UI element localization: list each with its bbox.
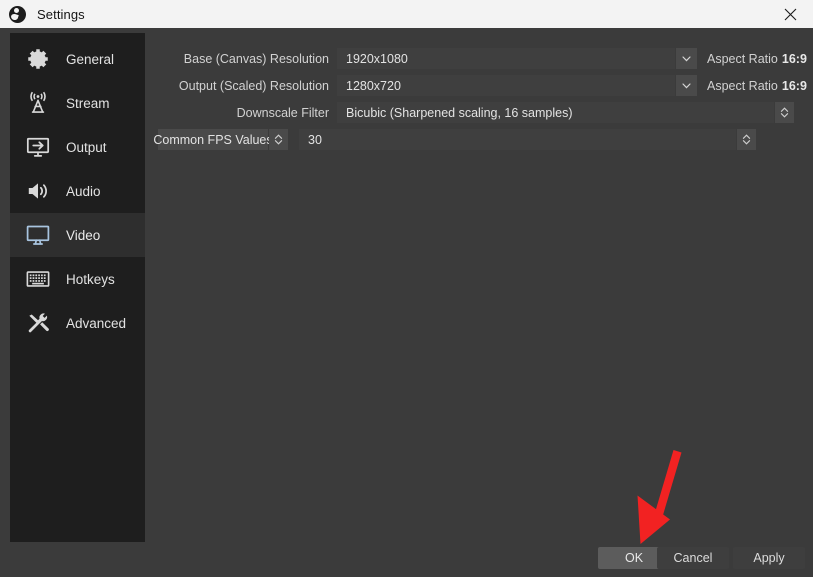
spinner-updown-icon[interactable] — [269, 129, 288, 150]
base-aspect-ratio: Aspect Ratio16:9 — [697, 48, 807, 69]
sidebar-item-video[interactable]: Video — [10, 213, 145, 257]
output-resolution-label: Output (Scaled) Resolution — [150, 75, 337, 96]
output-aspect-ratio: Aspect Ratio16:9 — [697, 75, 807, 96]
sidebar-item-label: General — [66, 52, 114, 67]
base-resolution-label: Base (Canvas) Resolution — [150, 48, 337, 69]
close-icon[interactable] — [767, 0, 813, 28]
settings-sidebar: General Stream Output — [10, 33, 145, 542]
chevron-down-icon[interactable] — [676, 48, 697, 69]
sidebar-item-output[interactable]: Output — [10, 125, 145, 169]
base-aspect-ratio-value: 16:9 — [778, 52, 807, 66]
window-title: Settings — [37, 7, 85, 22]
broadcast-icon — [21, 86, 55, 120]
display-icon — [21, 218, 55, 252]
downscale-filter-input[interactable]: Bicubic (Sharpened scaling, 16 samples) — [337, 102, 774, 123]
output-aspect-ratio-label: Aspect Ratio — [707, 79, 778, 93]
fps-mode-select[interactable]: Common FPS Values — [158, 129, 268, 150]
sidebar-item-advanced[interactable]: Advanced — [10, 301, 145, 345]
spinner-updown-icon[interactable] — [737, 129, 756, 150]
sidebar-item-label: Hotkeys — [66, 272, 115, 287]
downscale-filter-label: Downscale Filter — [150, 102, 337, 123]
base-aspect-ratio-label: Aspect Ratio — [707, 52, 778, 66]
base-resolution-row: Base (Canvas) Resolution 1920x1080 Aspec… — [150, 48, 808, 69]
sidebar-item-stream[interactable]: Stream — [10, 81, 145, 125]
sidebar-item-label: Video — [66, 228, 100, 243]
sidebar-item-label: Stream — [66, 96, 110, 111]
settings-window: Settings General — [0, 0, 813, 577]
cancel-button[interactable]: Cancel — [657, 547, 729, 569]
sidebar-item-general[interactable]: General — [10, 37, 145, 81]
sidebar-item-label: Audio — [66, 184, 101, 199]
sidebar-item-audio[interactable]: Audio — [10, 169, 145, 213]
tools-icon — [21, 306, 55, 340]
monitor-arrow-icon — [21, 130, 55, 164]
sidebar-item-label: Advanced — [66, 316, 126, 331]
sidebar-item-hotkeys[interactable]: Hotkeys — [10, 257, 145, 301]
output-resolution-input[interactable]: 1280x720 — [337, 75, 675, 96]
chevron-down-icon[interactable] — [676, 75, 697, 96]
video-settings-panel: Base (Canvas) Resolution 1920x1080 Aspec… — [150, 33, 808, 533]
downscale-filter-row: Downscale Filter Bicubic (Sharpened scal… — [150, 102, 795, 123]
spinner-updown-icon[interactable] — [775, 102, 794, 123]
output-resolution-row: Output (Scaled) Resolution 1280x720 Aspe… — [150, 75, 808, 96]
apply-button[interactable]: Apply — [733, 547, 805, 569]
base-resolution-input[interactable]: 1920x1080 — [337, 48, 675, 69]
keyboard-icon — [21, 262, 55, 296]
fps-row: Common FPS Values 30 — [150, 129, 795, 150]
output-aspect-ratio-value: 16:9 — [778, 79, 807, 93]
window-titlebar: Settings — [0, 0, 813, 28]
speaker-icon — [21, 174, 55, 208]
fps-value-input[interactable]: 30 — [299, 129, 736, 150]
obs-logo-icon — [9, 6, 26, 23]
sidebar-item-label: Output — [66, 140, 107, 155]
gear-icon — [21, 42, 55, 76]
